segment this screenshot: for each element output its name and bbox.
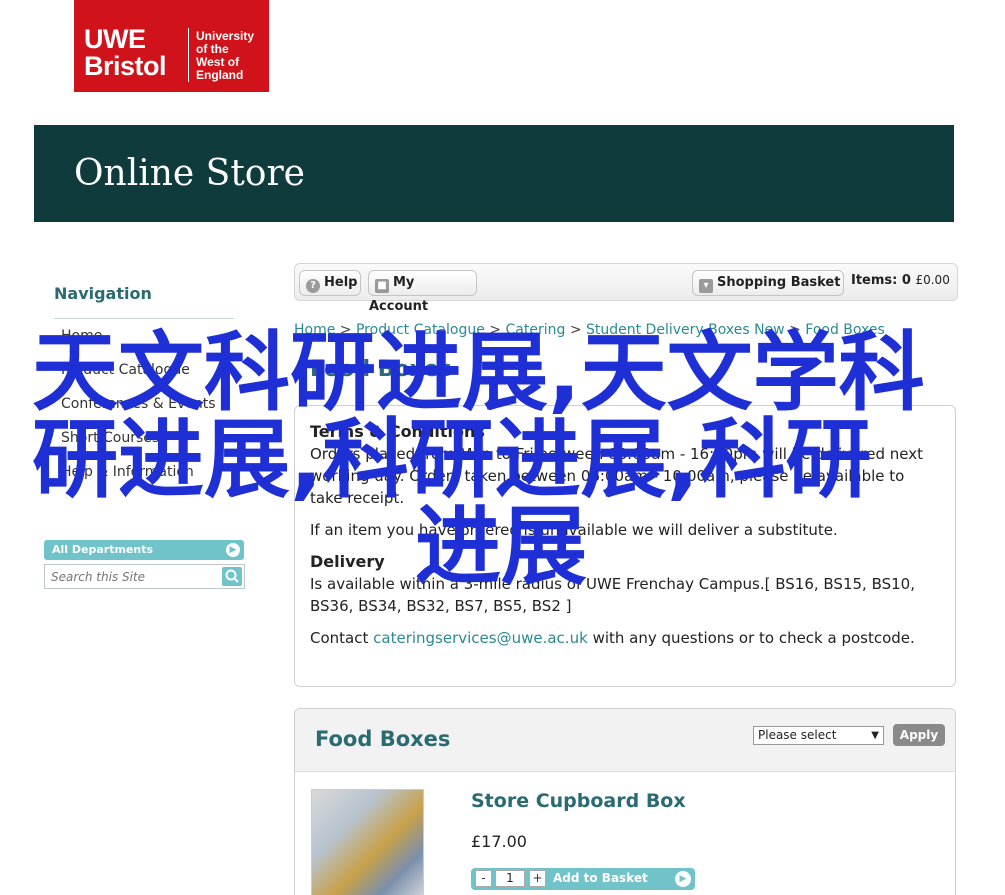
uwe-bristol-logo[interactable]: UWE Bristol University of the West of En… <box>74 0 269 92</box>
lock-icon: ■ <box>375 279 389 293</box>
delivery-heading: Delivery <box>310 552 385 571</box>
breadcrumb-catering[interactable]: Catering <box>505 322 565 338</box>
terms-order-text: Orders placed from Mon to Fri between 08… <box>310 445 923 507</box>
product-name[interactable]: Store Cupboard Box <box>471 790 686 812</box>
breadcrumb-home[interactable]: Home <box>294 322 335 338</box>
all-departments-dropdown[interactable]: All Departments ▶ <box>44 540 244 560</box>
product-image[interactable] <box>311 789 424 895</box>
page-title: Food Boxes <box>310 357 452 382</box>
add-to-basket-bar: - 1 + Add to Basket ▶ <box>471 868 695 890</box>
basket-count: 0 <box>901 273 911 288</box>
contact-email-link[interactable]: cateringservices@uwe.ac.uk <box>373 629 588 647</box>
navigation-heading: Navigation <box>54 284 152 303</box>
navigation-divider <box>54 318 234 319</box>
chevron-down-icon: ▼ <box>871 730 879 741</box>
breadcrumb-student-delivery-boxes[interactable]: Student Delivery Boxes New <box>586 322 785 338</box>
increase-quantity-button[interactable]: + <box>529 870 546 887</box>
breadcrumb-food-boxes[interactable]: Food Boxes <box>805 322 885 338</box>
quantity-input[interactable]: 1 <box>495 870 525 887</box>
basket-total: £0.00 <box>915 273 950 287</box>
question-icon: ? <box>306 279 320 293</box>
delivery-text: Is available within a 3-mile radius of U… <box>310 575 915 615</box>
breadcrumb-product-catalogue[interactable]: Product Catalogue <box>356 322 485 338</box>
nav-item-product-catalogue[interactable]: Product Catalogue <box>61 361 216 395</box>
basket-icon: ▾ <box>699 279 713 293</box>
terms-heading: Terms & Conditions <box>310 422 485 441</box>
contact-text: Contact cateringservices@uwe.ac.uk with … <box>310 629 915 647</box>
logo-university-text: University of the West of England <box>196 29 255 82</box>
store-title: Online Store <box>74 153 305 194</box>
terms-substitute-text: If an item you have ordered is unavailab… <box>310 521 838 539</box>
navigation-list: Home Product Catalogue Conferences & Eve… <box>61 327 216 497</box>
nav-item-conferences-events[interactable]: Conferences & Events <box>61 395 216 429</box>
logo-divider <box>188 28 189 82</box>
account-toolbar: ? Help ■ My Account ▾ Shopping Basket Items… <box>294 263 958 314</box>
site-search <box>44 564 245 589</box>
basket-summary: Items: 0 £0.00 <box>851 273 950 288</box>
store-banner: Online Store <box>34 125 954 222</box>
arrow-right-icon: ▶ <box>675 871 691 887</box>
sort-select[interactable]: Please select ▼ <box>753 726 884 745</box>
nav-item-home[interactable]: Home <box>61 327 216 361</box>
nav-item-help-information[interactable]: Help & Information <box>61 463 216 497</box>
my-account-button[interactable]: ■ My Account <box>368 270 477 314</box>
add-to-basket-button[interactable]: Add to Basket <box>553 871 648 885</box>
food-boxes-header: Food Boxes Please select ▼ Apply <box>295 709 955 772</box>
search-input[interactable] <box>45 565 220 588</box>
help-button[interactable]: ? Help <box>299 270 361 296</box>
decrease-quantity-button[interactable]: - <box>475 870 492 887</box>
logo-wordmark: UWE Bristol <box>84 24 167 81</box>
terms-panel: Terms & Conditions Orders placed from Mo… <box>294 405 956 687</box>
search-icon <box>225 569 239 583</box>
product-price: £17.00 <box>471 832 527 851</box>
arrow-right-icon: ▶ <box>226 543 240 557</box>
apply-button[interactable]: Apply <box>893 724 945 746</box>
search-button[interactable] <box>222 567 242 586</box>
all-departments-label: All Departments <box>52 543 154 556</box>
food-boxes-title: Food Boxes <box>315 727 451 751</box>
breadcrumb: Home > Product Catalogue > Catering > St… <box>294 322 885 338</box>
nav-item-short-courses[interactable]: Short Courses <box>61 429 216 463</box>
shopping-basket-button[interactable]: ▾ Shopping Basket <box>692 270 844 296</box>
food-boxes-panel: Food Boxes Please select ▼ Apply Store C… <box>294 708 956 895</box>
